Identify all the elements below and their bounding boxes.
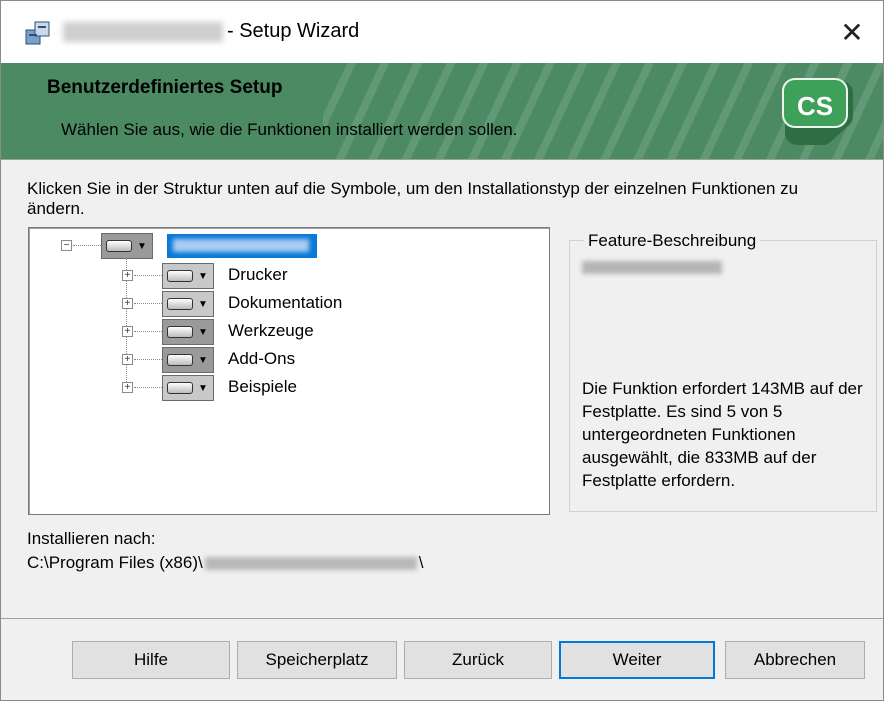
cs-logo: CS — [782, 78, 854, 146]
feature-description-legend: Feature-Beschreibung — [584, 231, 761, 251]
drive-icon — [167, 298, 193, 310]
expand-icon[interactable]: + — [122, 354, 133, 365]
feature-tree[interactable]: − ▼ + ▼ Drucker + ▼ Dokumentation + ▼ We… — [28, 227, 550, 515]
feature-description-text: Die Funktion erfordert 143MB auf der Fes… — [582, 379, 863, 490]
expand-icon[interactable]: + — [122, 298, 133, 309]
banner-heading: Benutzerdefiniertes Setup — [47, 77, 283, 98]
tree-item-drucker[interactable]: Drucker — [228, 265, 288, 285]
beispiele-install-dropdown[interactable]: ▼ — [162, 375, 214, 401]
chevron-down-icon: ▼ — [198, 354, 208, 366]
logo-text: CS — [797, 91, 833, 121]
chevron-down-icon: ▼ — [198, 382, 208, 394]
disk-usage-button[interactable]: Speicherplatz — [237, 641, 397, 679]
banner-subtitle: Wählen Sie aus, wie die Funktionen insta… — [61, 120, 518, 139]
tree-item-werkzeuge[interactable]: Werkzeuge — [228, 321, 314, 341]
banner-divider — [1, 159, 883, 160]
addons-install-dropdown[interactable]: ▼ — [162, 347, 214, 373]
chevron-down-icon: ▼ — [198, 326, 208, 338]
expand-icon[interactable]: + — [122, 382, 133, 393]
title-bar: - Setup Wizard ✕ — [1, 1, 883, 63]
dokumentation-install-dropdown[interactable]: ▼ — [162, 291, 214, 317]
install-path-prefix: C:\Program Files (x86)\ — [27, 553, 203, 572]
install-path: C:\Program Files (x86)\ \ — [27, 553, 423, 573]
chevron-down-icon: ▼ — [137, 240, 147, 252]
feature-name-redacted — [582, 261, 722, 274]
install-location-label: Installieren nach: — [27, 529, 156, 548]
chevron-down-icon: ▼ — [198, 270, 208, 282]
install-path-redacted — [204, 557, 417, 571]
drive-icon — [167, 382, 193, 394]
collapse-icon[interactable]: − — [61, 240, 72, 251]
close-icon[interactable]: ✕ — [821, 1, 883, 63]
install-path-suffix: \ — [418, 553, 424, 572]
next-button[interactable]: Weiter — [559, 641, 715, 679]
instructions-text: Klicken Sie in der Struktur unten auf di… — [27, 179, 799, 218]
expand-icon[interactable]: + — [122, 270, 133, 281]
cancel-button[interactable]: Abbrechen — [725, 641, 865, 679]
expand-icon[interactable]: + — [122, 326, 133, 337]
drucker-install-dropdown[interactable]: ▼ — [162, 263, 214, 289]
root-install-dropdown[interactable]: ▼ — [101, 233, 153, 259]
footer-divider — [1, 618, 883, 619]
chevron-down-icon: ▼ — [198, 298, 208, 310]
back-button[interactable]: Zurück — [404, 641, 552, 679]
drive-icon — [167, 326, 193, 338]
tree-item-beispiele[interactable]: Beispiele — [228, 377, 297, 397]
app-name-redacted — [63, 22, 223, 42]
werkzeuge-install-dropdown[interactable]: ▼ — [162, 319, 214, 345]
tree-item-dokumentation[interactable]: Dokumentation — [228, 293, 342, 313]
installer-icon — [25, 21, 50, 45]
drive-icon — [167, 354, 193, 366]
window-title: - Setup Wizard — [227, 20, 360, 42]
header-banner: Benutzerdefiniertes Setup Wählen Sie aus… — [1, 63, 883, 159]
help-button[interactable]: Hilfe — [72, 641, 230, 679]
setup-wizard-window: - Setup Wizard ✕ Benutzerdefiniertes Set… — [0, 0, 884, 701]
root-feature-label[interactable] — [167, 234, 317, 258]
feature-description-group: Feature-Beschreibung Die Funktion erford… — [569, 231, 877, 512]
tree-item-addons[interactable]: Add-Ons — [228, 349, 295, 369]
drive-icon — [167, 270, 193, 282]
drive-icon — [106, 240, 132, 252]
